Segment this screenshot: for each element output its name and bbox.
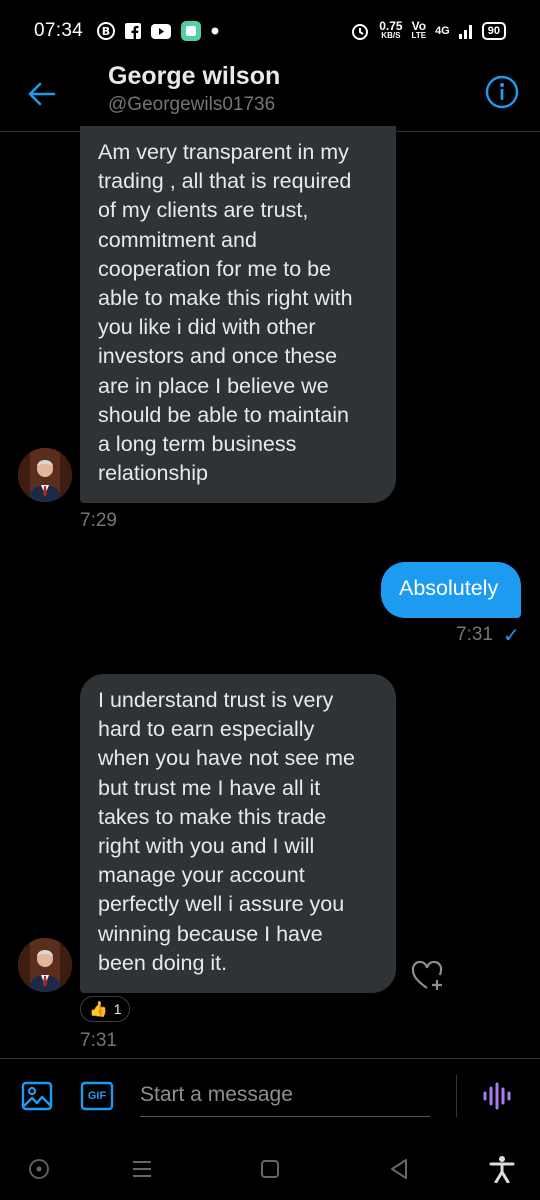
contact-name[interactable]: George wilson bbox=[108, 62, 280, 91]
thumbs-up-emoji: 👍 bbox=[89, 1001, 108, 1018]
triangle-back-icon bbox=[391, 1159, 407, 1179]
message-bubble-incoming[interactable]: I understand trust is very hard to earn … bbox=[80, 674, 396, 993]
add-gif-button[interactable]: GIF bbox=[80, 1079, 114, 1113]
menu-button[interactable] bbox=[127, 1154, 157, 1184]
conversation-info-button[interactable] bbox=[482, 72, 522, 112]
message-timestamp: 7:31 bbox=[456, 624, 493, 645]
battery-indicator: 90 bbox=[481, 22, 506, 40]
svg-text:B: B bbox=[102, 25, 110, 38]
react-button[interactable] bbox=[410, 958, 446, 994]
home-button[interactable] bbox=[255, 1154, 285, 1184]
assistant-button[interactable] bbox=[24, 1154, 54, 1184]
system-nav-bar bbox=[0, 1138, 540, 1200]
message-timestamp: 7:29 bbox=[80, 510, 117, 531]
status-time: 07:34 bbox=[34, 20, 84, 41]
contact-handle: @Georgewils01736 bbox=[108, 94, 276, 115]
message-bubble-outgoing[interactable]: Absolutely bbox=[381, 562, 521, 618]
message-timestamp: 7:31 bbox=[80, 1030, 117, 1051]
compose-divider bbox=[456, 1075, 457, 1117]
app-notification-icon bbox=[181, 21, 202, 41]
read-receipt-check-icon: ✓ bbox=[503, 625, 520, 647]
conversation-header: George wilson @Georgewils01736 bbox=[0, 62, 540, 132]
image-icon bbox=[21, 1081, 53, 1111]
avatar-portrait-icon bbox=[18, 938, 72, 992]
b-app-icon: B bbox=[97, 22, 116, 40]
heart-plus-icon bbox=[411, 960, 443, 990]
contact-avatar[interactable] bbox=[18, 938, 72, 992]
back-nav-button[interactable] bbox=[384, 1154, 414, 1184]
menu-icon bbox=[133, 1161, 151, 1177]
status-bar: 07:34 B 0.75 KB/S Vo LTE 4G 90 bbox=[0, 0, 540, 62]
more-notifications-dot-icon bbox=[211, 27, 219, 35]
arrow-left-icon bbox=[28, 82, 56, 106]
back-button[interactable] bbox=[22, 74, 62, 114]
signal-icon bbox=[458, 23, 473, 39]
facebook-icon bbox=[125, 23, 142, 39]
add-image-button[interactable] bbox=[20, 1079, 54, 1113]
circle-dot-icon bbox=[29, 1159, 49, 1179]
alarm-icon bbox=[350, 21, 370, 41]
info-icon bbox=[485, 75, 519, 109]
notification-icons: B bbox=[97, 21, 219, 41]
avatar-portrait-icon bbox=[18, 448, 72, 502]
gif-label: GIF bbox=[87, 1090, 107, 1102]
message-input[interactable] bbox=[140, 1073, 430, 1117]
system-status-icons: 0.75 KB/S Vo LTE 4G 90 bbox=[350, 19, 506, 41]
reaction-count: 1 bbox=[113, 1001, 122, 1017]
network-speed: 0.75 KB/S bbox=[379, 19, 403, 40]
network-type: 4G bbox=[435, 25, 450, 37]
reaction-badge[interactable]: 👍 1 bbox=[80, 996, 131, 1022]
compose-bar: GIF bbox=[0, 1058, 540, 1138]
message-bubble-incoming[interactable]: Am very transparent in my trading , all … bbox=[80, 126, 396, 503]
youtube-icon bbox=[151, 23, 172, 39]
accessibility-button[interactable] bbox=[487, 1154, 517, 1184]
voice-waveform-icon bbox=[483, 1082, 511, 1110]
voice-message-button[interactable] bbox=[480, 1079, 514, 1113]
home-square-icon bbox=[261, 1160, 279, 1178]
contact-avatar[interactable] bbox=[18, 448, 72, 502]
volte-indicator: Vo LTE bbox=[411, 19, 427, 40]
accessibility-icon bbox=[489, 1156, 515, 1183]
